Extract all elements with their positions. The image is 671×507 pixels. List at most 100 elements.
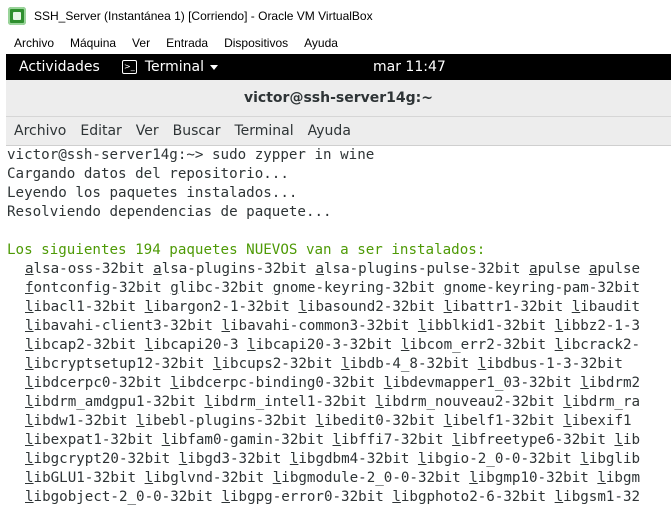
package-name: libaudit xyxy=(571,299,641,315)
package-row: libgobject-2_0-0-32bit libgpg-error0-32b… xyxy=(25,488,640,507)
package-name: libgphoto2-6-32bit xyxy=(392,489,547,505)
package-name: libgpg-error0-32bit xyxy=(221,489,384,505)
vbox-titlebar: SSH_Server (Instantánea 1) [Corriendo] -… xyxy=(0,0,671,32)
terminal-line: Leyendo los paquetes instalados... xyxy=(7,185,298,201)
package-name: libglvnd-32bit xyxy=(144,470,265,486)
terminal-output[interactable]: victor@ssh-server14g:~> sudo zypper in w… xyxy=(6,146,671,507)
package-name: libargon2-1-32bit xyxy=(144,299,290,315)
package-name: libcapi20-3-32bit xyxy=(247,337,393,353)
package-name: libdcerpc-binding0-32bit xyxy=(170,375,376,391)
terminal-menu-buscar[interactable]: Buscar xyxy=(173,123,221,139)
package-row: libacl1-32bit libargon2-1-32bit libasoun… xyxy=(25,298,640,317)
package-name: libdrm_nouveau2-32bit xyxy=(375,394,555,410)
vbox-menu-maquina[interactable]: Máquina xyxy=(70,36,116,50)
package-name: libedit0-32bit xyxy=(315,413,436,429)
vbox-menu-dispositivos[interactable]: Dispositivos xyxy=(224,36,288,50)
package-row: libdcerpc0-32bit libdcerpc-binding0-32bi… xyxy=(25,374,640,393)
package-row: libcap2-32bit libcapi20-3 libcapi20-3-32… xyxy=(25,336,640,355)
app-menu-button[interactable]: >_ Terminal xyxy=(121,59,219,75)
package-row: libdw1-32bit libebl-plugins-32bit libedi… xyxy=(25,412,632,431)
package-name: libgdbm4-32bit xyxy=(289,451,410,467)
vbox-window-title: SSH_Server (Instantánea 1) [Corriendo] -… xyxy=(34,9,373,23)
package-name: libgd3-32bit xyxy=(178,451,282,467)
package-name: libcap2-32bit xyxy=(25,337,137,353)
app-menu-label: Terminal xyxy=(144,59,205,75)
package-row: libavahi-client3-32bit libavahi-common3-… xyxy=(25,317,640,336)
package-name: libgio-2_0-0-32bit xyxy=(417,451,572,467)
package-name: libcups2-32bit xyxy=(212,356,333,372)
package-row: libcryptsetup12-32bit libcups2-32bit lib… xyxy=(25,355,623,374)
package-name: libdcerpc0-32bit xyxy=(25,375,162,391)
package-name: libacl1-32bit xyxy=(25,299,137,315)
vbox-menu-ayuda[interactable]: Ayuda xyxy=(304,36,338,50)
package-name: libcom_err2-32bit xyxy=(400,337,547,353)
terminal-line-command: victor@ssh-server14g:~> sudo zypper in w… xyxy=(7,147,375,163)
package-name: libglib xyxy=(580,451,641,467)
package-row: libGLU1-32bit libglvnd-32bit libgmodule-… xyxy=(25,469,640,488)
package-row: alsa-oss-32bit alsa-plugins-32bit alsa-p… xyxy=(25,260,640,279)
terminal-menu-editar[interactable]: Editar xyxy=(80,123,121,139)
package-name: libasound2-32bit xyxy=(298,299,436,315)
virtualbox-logo-icon xyxy=(8,7,26,25)
package-name: libffi7-32bit xyxy=(332,432,444,448)
package-name: libdbus-1-3-32bit xyxy=(477,356,623,372)
package-name: libdevmapper1_03-32bit xyxy=(383,375,572,391)
terminal-menu-ayuda[interactable]: Ayuda xyxy=(308,123,351,139)
package-name: alsa-oss-32bit xyxy=(25,261,145,277)
package-name: gnome-keyring-pam-32bit xyxy=(443,280,641,296)
vbox-menubar: Archivo Máquina Ver Entrada Dispositivos… xyxy=(0,32,671,54)
package-row: libdrm_amdgpu1-32bit libdrm_intel1-32bit… xyxy=(25,393,640,412)
terminal-icon: >_ xyxy=(121,60,137,74)
package-name: libebl-plugins-32bit xyxy=(136,413,307,429)
activities-button[interactable]: Actividades xyxy=(19,59,100,75)
package-name: libexpat1-32bit xyxy=(25,432,154,448)
chevron-down-icon xyxy=(210,64,219,70)
package-name: libgcrypt20-32bit xyxy=(25,451,171,467)
package-name: lib xyxy=(614,432,641,448)
vm-display[interactable]: Actividades >_ Terminal mar 11:47 victor… xyxy=(6,54,671,507)
package-name: apulse xyxy=(529,261,581,277)
vbox-menu-ver[interactable]: Ver xyxy=(132,36,150,50)
package-name: libdrm_ra xyxy=(563,394,641,410)
package-name: libcrack2- xyxy=(554,337,641,353)
package-name: apulse xyxy=(588,261,641,277)
package-name: alsa-plugins-pulse-32bit xyxy=(315,261,521,277)
package-name: libavahi-common3-32bit xyxy=(221,318,410,334)
package-name: libavahi-client3-32bit xyxy=(25,318,213,334)
terminal-menu-ver[interactable]: Ver xyxy=(136,123,159,139)
package-name: libbz2-1-3 xyxy=(554,318,641,334)
package-name: libattr1-32bit xyxy=(443,299,564,315)
gnome-top-bar: Actividades >_ Terminal mar 11:47 xyxy=(6,54,671,80)
vbox-menu-archivo[interactable]: Archivo xyxy=(14,36,54,50)
package-name: libdrm_amdgpu1-32bit xyxy=(25,394,196,410)
package-name: libfreetype6-32bit xyxy=(452,432,606,448)
package-name: libfam0-gamin-32bit xyxy=(161,432,324,448)
package-name: libgmp10-32bit xyxy=(469,470,589,486)
package-name: libGLU1-32bit xyxy=(25,470,137,486)
terminal-menu-terminal[interactable]: Terminal xyxy=(234,123,293,139)
terminal-headerbar[interactable]: victor@ssh-server14g:~ xyxy=(6,80,671,117)
vbox-menu-entrada[interactable]: Entrada xyxy=(166,36,208,50)
package-name: libcapi20-3 xyxy=(144,337,239,353)
package-name: libelf1-32bit xyxy=(443,413,555,429)
package-row: libexpat1-32bit libfam0-gamin-32bit libf… xyxy=(25,431,640,450)
package-name: libcryptsetup12-32bit xyxy=(25,356,205,372)
terminal-line: Resolviendo dependencias de paquete... xyxy=(7,204,332,220)
package-name: libgobject-2_0-0-32bit xyxy=(25,489,213,505)
package-name: fontconfig-32bit xyxy=(25,280,162,296)
package-name: libdw1-32bit xyxy=(25,413,128,429)
terminal-menubar: Archivo Editar Ver Buscar Terminal Ayuda xyxy=(6,117,671,146)
terminal-menu-archivo[interactable]: Archivo xyxy=(14,123,66,139)
package-name: libblkid1-32bit xyxy=(417,318,547,334)
clock[interactable]: mar 11:47 xyxy=(373,54,446,80)
package-name: glibc-32bit xyxy=(170,280,265,296)
package-row: fontconfig-32bit glibc-32bit gnome-keyri… xyxy=(25,279,640,298)
terminal-line: Cargando datos del repositorio... xyxy=(7,166,289,182)
package-name: libdrm_intel1-32bit xyxy=(204,394,367,410)
package-name: alsa-plugins-32bit xyxy=(153,261,307,277)
package-name: libdrm2 xyxy=(580,375,641,391)
package-name: libexif1 xyxy=(563,413,632,429)
package-row: libgcrypt20-32bit libgd3-32bit libgdbm4-… xyxy=(25,450,640,469)
package-name: libgmodule-2_0-0-32bit xyxy=(272,470,461,486)
package-name: libdb-4_8-32bit xyxy=(341,356,470,372)
